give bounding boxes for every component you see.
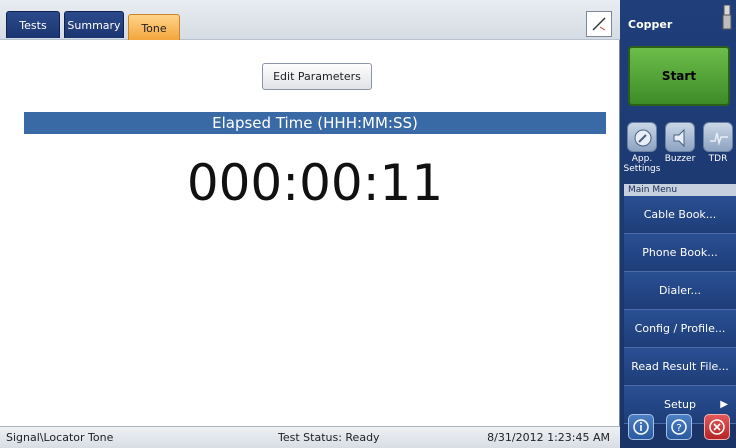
tab-bar: Tests Summary Tone xyxy=(0,0,620,40)
menu-label: Config / Profile... xyxy=(634,322,726,335)
status-test-status: Test Status: Ready xyxy=(278,431,380,444)
speaker-icon xyxy=(665,122,695,152)
tdr-button[interactable]: TDR xyxy=(700,120,736,182)
tdr-label: TDR xyxy=(708,154,728,164)
menu-label: Read Result File... xyxy=(631,360,729,373)
elapsed-time-value: 000:00:11 xyxy=(186,154,444,212)
waveform-icon xyxy=(703,122,733,152)
edit-parameters-button[interactable]: Edit Parameters xyxy=(262,63,372,90)
side-title: Copper xyxy=(628,18,673,31)
app-settings-label: App. Settings xyxy=(623,154,661,174)
main-menu: Cable Book... Phone Book... Dialer... Co… xyxy=(624,196,736,424)
tab-tone[interactable]: Tone xyxy=(128,14,180,40)
quick-actions: App. Settings Buzzer TDR xyxy=(624,120,736,182)
buzzer-label: Buzzer xyxy=(664,154,696,164)
menu-label: Dialer... xyxy=(658,284,702,297)
main-area: Tests Summary Tone Edit Parameters Elaps… xyxy=(0,0,620,448)
start-button[interactable]: Start xyxy=(628,46,730,106)
menu-item-cable-book[interactable]: Cable Book... xyxy=(624,196,736,234)
status-bar: Signal\Locator Tone Test Status: Ready 8… xyxy=(0,426,620,448)
wrench-icon xyxy=(627,122,657,152)
app-settings-button[interactable]: App. Settings xyxy=(624,120,660,182)
buzzer-button[interactable]: Buzzer xyxy=(662,120,698,182)
cable-connector-icon xyxy=(722,4,732,31)
tab-summary[interactable]: Summary xyxy=(64,11,124,38)
side-panel: Copper Start App. Settings Buzzer TDR Ma… xyxy=(620,0,736,448)
menu-item-config-profile[interactable]: Config / Profile... xyxy=(624,310,736,348)
menu-item-dialer[interactable]: Dialer... xyxy=(624,272,736,310)
status-datetime: 8/31/2012 1:23:45 AM xyxy=(487,431,610,444)
pencil-slash-icon[interactable] xyxy=(586,11,612,37)
svg-text:?: ? xyxy=(676,423,681,434)
menu-label: Setup xyxy=(663,398,697,411)
menu-item-read-result-file[interactable]: Read Result File... xyxy=(624,348,736,386)
main-menu-header: Main Menu xyxy=(624,184,736,196)
bottom-actions: ? xyxy=(628,414,732,442)
elapsed-time-header: Elapsed Time (HHH:MM:SS) xyxy=(24,112,606,134)
menu-label: Cable Book... xyxy=(643,208,717,221)
menu-label: Phone Book... xyxy=(642,246,718,259)
tab-tests[interactable]: Tests xyxy=(6,11,60,38)
status-test-name: Signal\Locator Tone xyxy=(6,431,114,444)
help-icon[interactable]: ? xyxy=(666,414,692,440)
close-icon[interactable] xyxy=(704,414,730,440)
menu-item-phone-book[interactable]: Phone Book... xyxy=(624,234,736,272)
info-icon[interactable] xyxy=(628,414,654,440)
